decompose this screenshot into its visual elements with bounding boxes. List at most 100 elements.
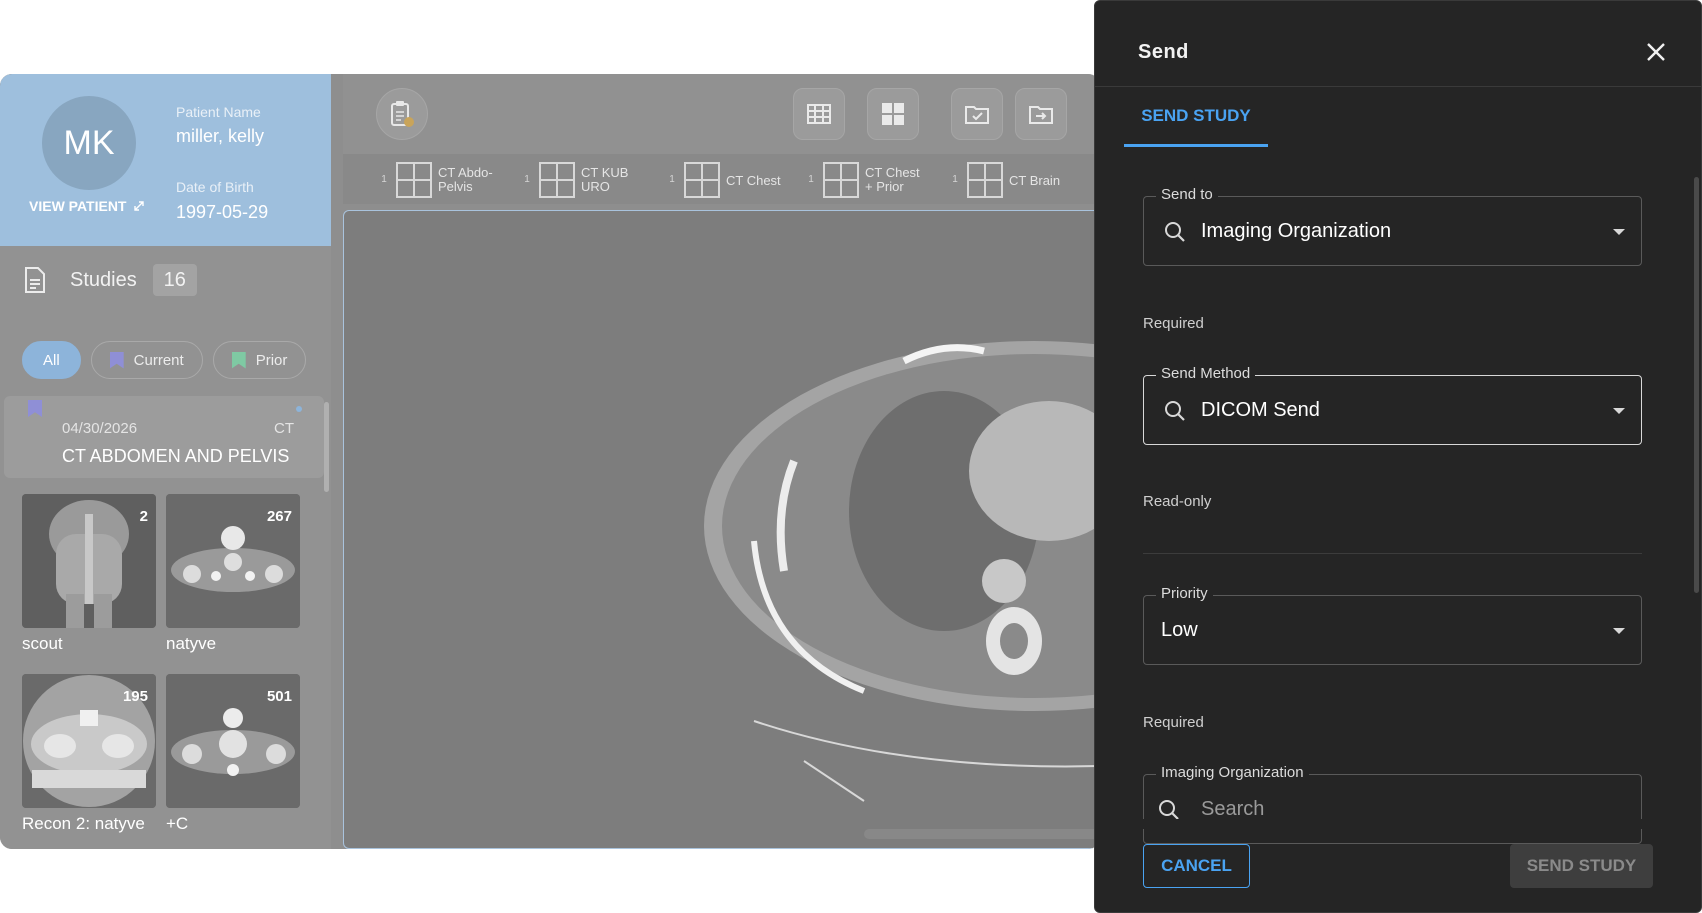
priority-select[interactable]: Priority Low: [1143, 585, 1642, 665]
protocol-count: 1: [524, 174, 530, 185]
view-patient-link[interactable]: VIEW PATIENT: [29, 198, 145, 214]
tiles-icon: [882, 103, 904, 125]
scout-image: [22, 494, 156, 628]
mark-complete-button[interactable]: [951, 88, 1003, 140]
dialog-title: Send: [1138, 41, 1189, 63]
bookmark-icon: [109, 351, 124, 369]
filter-all-label: All: [43, 351, 60, 369]
cancel-button[interactable]: CANCEL: [1143, 844, 1250, 888]
patient-card: MK VIEW PATIENT Patient Name miller, kel…: [0, 74, 331, 246]
protocol-count: 1: [952, 174, 958, 185]
folder-arrow-icon: [1029, 106, 1053, 124]
study-filters: All Current Prior: [22, 341, 307, 379]
clipboard-icon: [391, 101, 414, 127]
series-thumbnail-recon[interactable]: 195: [22, 674, 156, 808]
protocol-label: CT Abdo-: [438, 165, 493, 180]
patient-panel: MK VIEW PATIENT Patient Name miller, kel…: [0, 74, 331, 849]
layout-grid-button[interactable]: [793, 88, 845, 140]
protocol-label: CT Brain: [1009, 172, 1061, 188]
filter-prior-label: Prior: [255, 351, 288, 369]
series-label: natyve: [166, 634, 217, 653]
series-count: 195: [122, 688, 148, 705]
series-thumbnail-scout[interactable]: 2: [22, 494, 156, 628]
layout-tiles-button[interactable]: [867, 88, 919, 140]
patient-name: miller, kelly: [176, 126, 265, 146]
send-dialog: Send SEND STUDY Send to Imaging Organiza…: [1094, 0, 1702, 913]
send-to-helper: Required: [1143, 315, 1204, 332]
studies-label: Studies: [70, 268, 137, 291]
avatar: MK: [42, 96, 136, 190]
protocol-count: 1: [669, 174, 675, 185]
ct-chest-image: [704, 341, 1099, 839]
dob-label: Date of Birth: [176, 179, 254, 195]
expand-icon: [134, 201, 145, 211]
dialog-footer-mask: [1095, 819, 1701, 829]
table-grid-icon: [807, 104, 831, 124]
chevron-down-icon: [1613, 229, 1625, 235]
series-thumbnail-contrast[interactable]: 501: [166, 674, 300, 808]
send-method-select[interactable]: Send Method DICOM Send: [1143, 365, 1642, 445]
viewer-toolbar: [343, 74, 1100, 154]
divider: [1143, 553, 1642, 554]
filter-current[interactable]: Current: [90, 341, 203, 379]
dialog-scrollbar[interactable]: [1694, 177, 1699, 593]
protocol-sublabel: Pelvis: [438, 179, 473, 194]
filter-prior[interactable]: Prior: [212, 341, 307, 379]
protocol-label: CT Chest: [726, 172, 781, 188]
protocol-count: 1: [381, 174, 387, 185]
study-modality: CT: [274, 420, 294, 437]
close-icon[interactable]: [1645, 41, 1667, 63]
protocol-ct-kub-uro[interactable]: 1 CT KUB URO: [521, 162, 628, 198]
series-thumbnail-natyve[interactable]: 267: [166, 494, 300, 628]
send-to-value: Imaging Organization: [1201, 220, 1392, 242]
chevron-down-icon: [1613, 408, 1625, 414]
image-viewport[interactable]: [343, 210, 1100, 849]
series-label: scout: [22, 634, 63, 653]
hanging-protocols: 1 CT Abdo- Pelvis 1 CT KUB URO 1 CT Chest …: [343, 154, 1100, 204]
dob-value: 1997-05-29: [176, 202, 269, 222]
layout-icon: [684, 162, 720, 198]
send-study-button[interactable]: SEND STUDY: [1510, 844, 1653, 888]
protocol-sublabel: URO: [581, 179, 610, 194]
protocol-sublabel: + Prior: [865, 179, 904, 194]
imaging-organization-search[interactable]: Imaging Organization Search: [1143, 764, 1642, 844]
priority-value: Low: [1161, 619, 1198, 641]
report-button[interactable]: [376, 88, 428, 140]
send-to-select[interactable]: Send to Imaging Organization: [1143, 186, 1642, 266]
protocol-ct-brain[interactable]: 1 CT Brain: [949, 162, 1060, 198]
unread-dot: [296, 406, 302, 412]
imaging-organization-placeholder: Search: [1201, 798, 1265, 820]
patient-name-label: Patient Name: [176, 104, 261, 120]
imaging-organization-label: Imaging Organization: [1156, 764, 1309, 781]
studies-scrollbar[interactable]: [324, 402, 329, 492]
layout-icon: [539, 162, 575, 198]
tab-send-study[interactable]: SEND STUDY: [1124, 101, 1268, 147]
chevron-down-icon: [1613, 628, 1625, 634]
series-label: Recon 2: natyve: [22, 814, 145, 833]
protocol-ct-chest[interactable]: 1 CT Chest: [666, 162, 781, 198]
studies-header: Studies 16: [24, 264, 197, 296]
folder-check-icon: [965, 106, 989, 124]
protocol-label: CT KUB: [581, 165, 629, 180]
series-count: 2: [139, 508, 148, 525]
search-icon: [1159, 800, 1179, 820]
priority-helper: Required: [1143, 714, 1204, 731]
series-label: +C: [166, 814, 189, 833]
filter-all[interactable]: All: [22, 341, 81, 379]
protocol-count: 1: [808, 174, 814, 185]
protocol-ct-chest-prior[interactable]: 1 CT Chest + Prior: [805, 162, 920, 198]
send-folder-button[interactable]: [1015, 88, 1067, 140]
dialog-header: Send: [1095, 1, 1701, 87]
bookmark-icon: [231, 351, 246, 369]
layout-icon: [823, 162, 859, 198]
protocol-ct-abdo-pelvis[interactable]: 1 CT Abdo- Pelvis: [378, 162, 493, 198]
send-method-helper: Read-only: [1143, 493, 1212, 510]
bookmark-icon: [28, 400, 42, 417]
viewer-window: MK VIEW PATIENT Patient Name miller, kel…: [0, 74, 1100, 849]
send-to-label: Send to: [1156, 186, 1218, 203]
document-icon: [25, 267, 45, 293]
search-icon: [1165, 401, 1185, 421]
send-method-label: Send Method: [1156, 365, 1256, 382]
study-card[interactable]: 04/30/2026 CT CT ABDOMEN AND PELVIS: [4, 396, 324, 478]
layout-icon: [967, 162, 1003, 198]
